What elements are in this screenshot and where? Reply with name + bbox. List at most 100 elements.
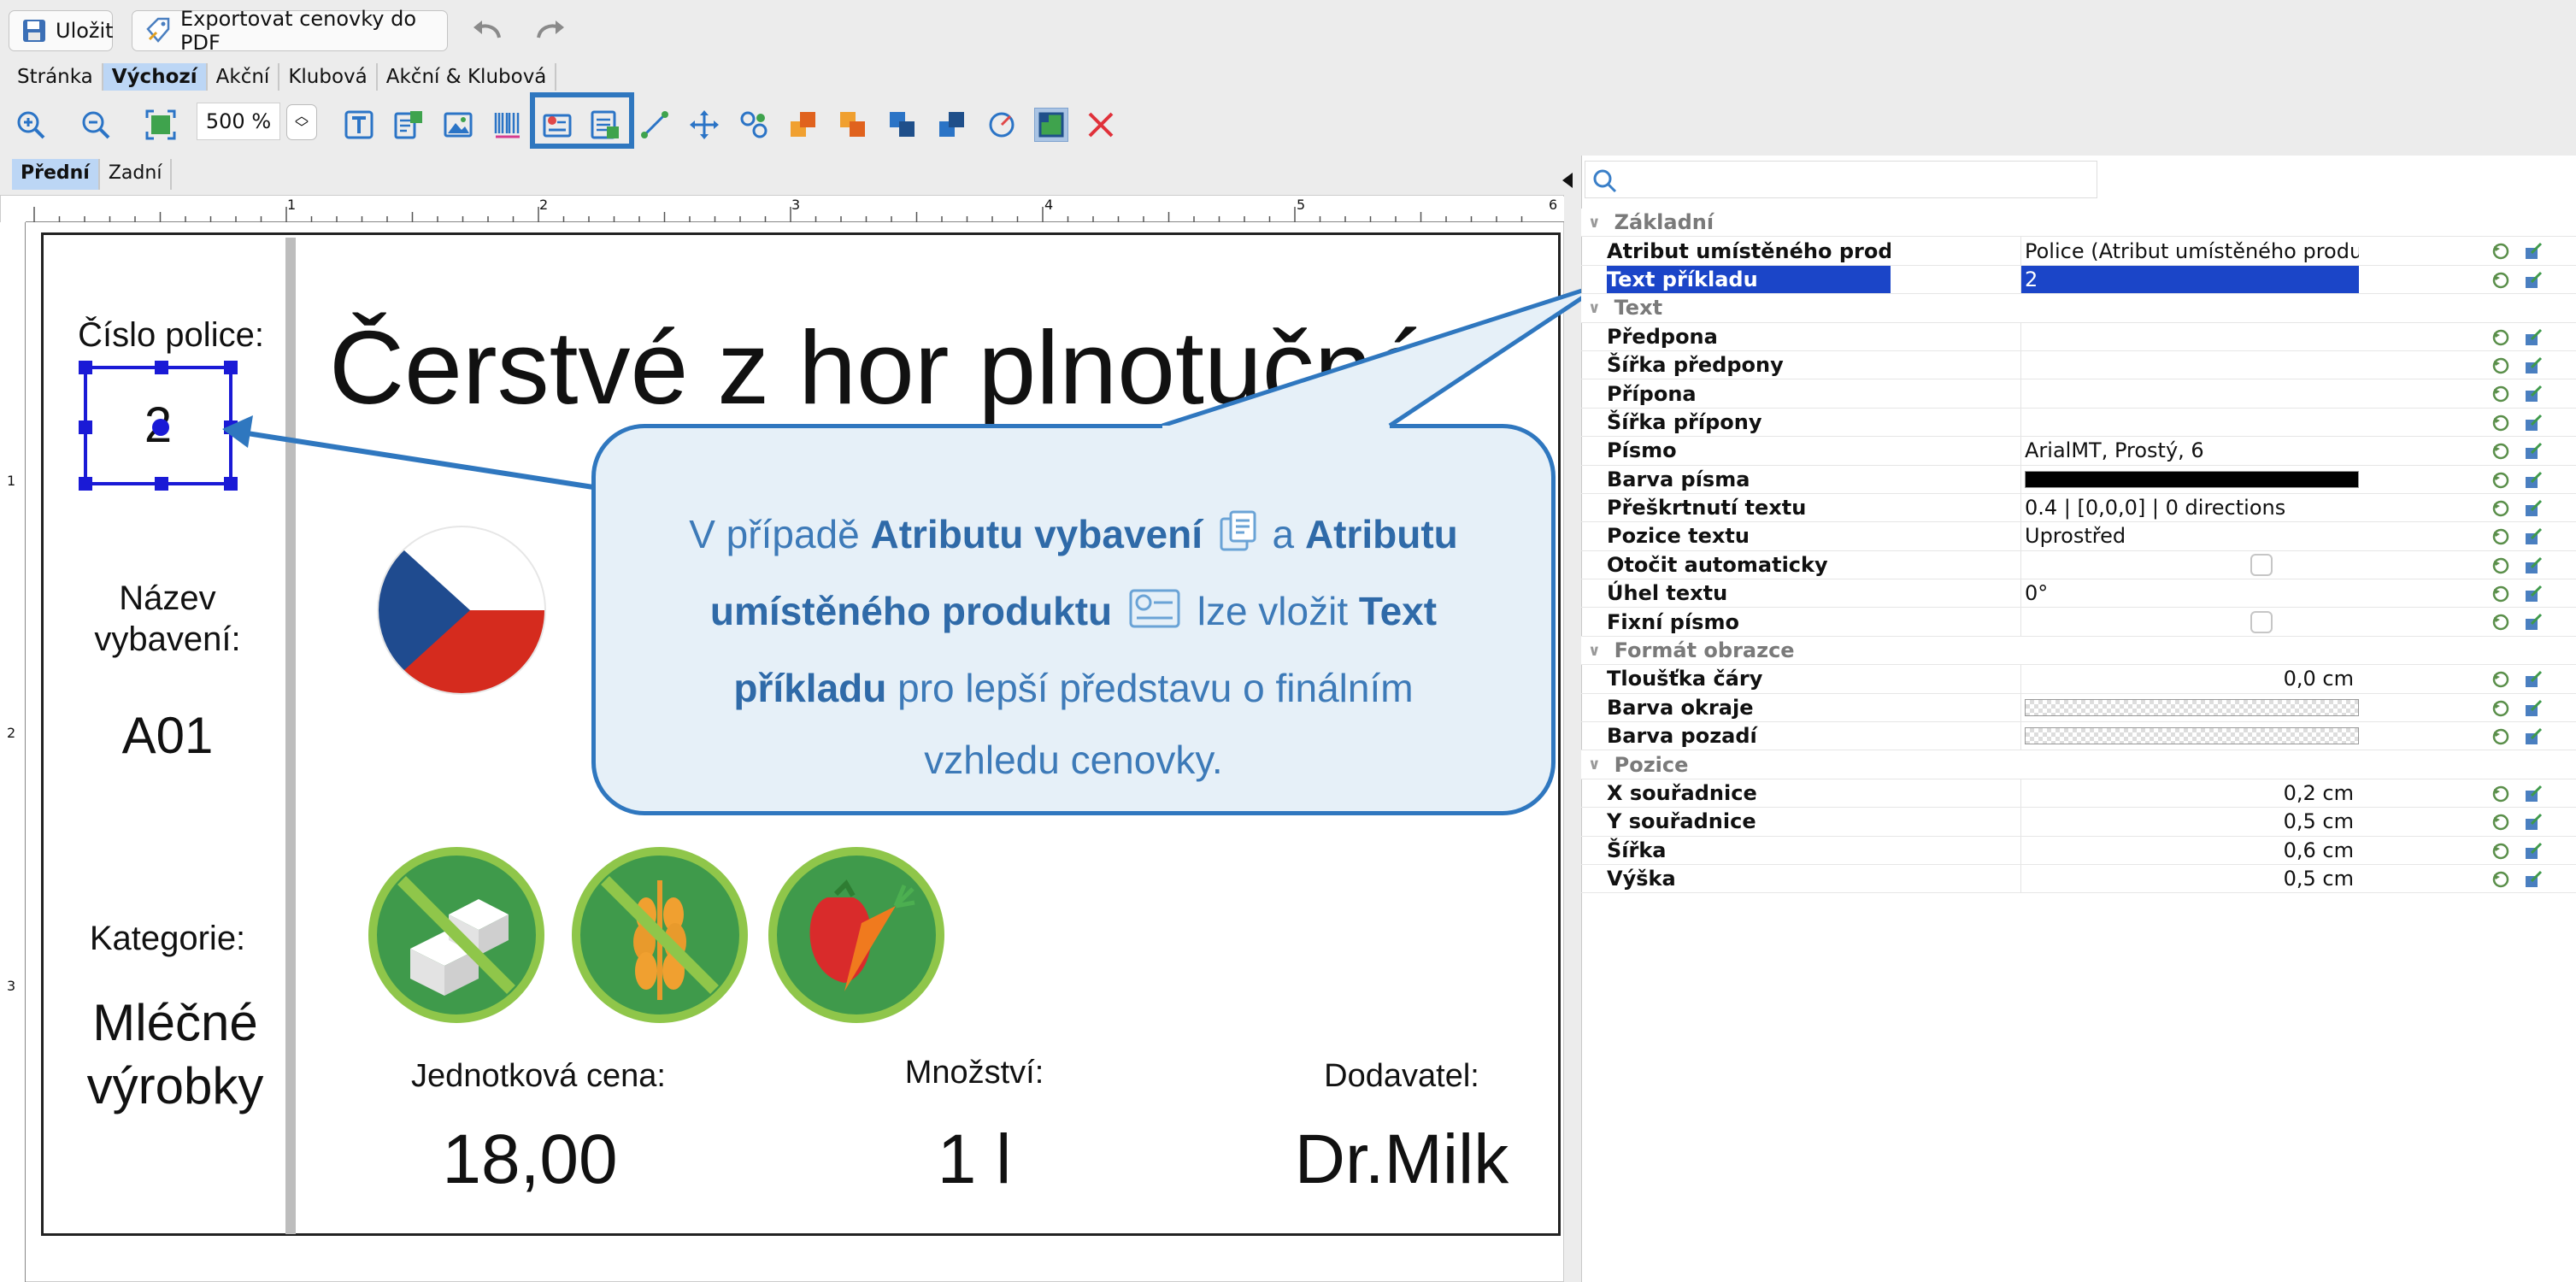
property-value[interactable] xyxy=(2020,550,2359,579)
edit-binding-icon[interactable] xyxy=(2523,413,2544,433)
tab-sale-club[interactable]: Akční & Klubová xyxy=(378,63,557,91)
property-row[interactable]: Otočit automaticky xyxy=(1581,550,2576,580)
property-row[interactable]: X souřadnice 0,2 cm xyxy=(1581,779,2576,809)
property-row[interactable]: Pozice textu Uprostřed xyxy=(1581,522,2576,551)
line-tool-icon[interactable] xyxy=(638,108,672,142)
zoom-out-icon[interactable] xyxy=(79,108,113,142)
property-row[interactable]: Barva písma xyxy=(1581,465,2576,494)
property-value[interactable]: 0,5 cm xyxy=(2020,864,2359,893)
property-row[interactable]: Šířka přípony xyxy=(1581,408,2576,438)
edit-binding-icon[interactable] xyxy=(2523,584,2544,604)
property-value[interactable]: 0.4 | [0,0,0] | 0 directions xyxy=(2020,493,2359,522)
edit-binding-icon[interactable] xyxy=(2523,270,2544,291)
resize-handle[interactable] xyxy=(79,361,92,374)
property-value[interactable]: Police (Atribut umístěného produktu) xyxy=(2020,237,2359,265)
reset-icon[interactable] xyxy=(2491,812,2511,832)
property-value[interactable] xyxy=(2020,722,2359,750)
center-handle[interactable] xyxy=(152,419,169,436)
edit-binding-icon[interactable] xyxy=(2523,726,2544,747)
tab-sale[interactable]: Akční xyxy=(208,63,280,91)
property-row[interactable]: Tloušťka čáry 0,0 cm xyxy=(1581,665,2576,694)
property-row[interactable]: Písmo ArialMT, Prostý, 6 xyxy=(1581,437,2576,466)
reset-icon[interactable] xyxy=(2491,726,2511,747)
reset-icon[interactable] xyxy=(2491,526,2511,547)
resize-handle[interactable] xyxy=(224,361,238,374)
send-to-back-icon[interactable] xyxy=(935,108,969,142)
property-value[interactable]: Uprostřed xyxy=(2020,522,2359,550)
reset-icon[interactable] xyxy=(2491,556,2511,576)
save-button[interactable]: Uložit xyxy=(9,10,114,51)
edit-binding-icon[interactable] xyxy=(2523,356,2544,376)
tab-default[interactable]: Výchozí xyxy=(103,63,208,91)
add-attribute-icon[interactable] xyxy=(391,108,426,142)
property-row-selected[interactable]: Text příkladu 2 xyxy=(1581,265,2576,295)
zoom-input[interactable]: 500 % xyxy=(197,103,280,140)
edit-binding-icon[interactable] xyxy=(2523,498,2544,519)
property-row[interactable]: Přeškrtnutí textu 0.4 | [0,0,0] | 0 direc… xyxy=(1581,493,2576,523)
reset-icon[interactable] xyxy=(2491,241,2511,262)
property-group-basic[interactable]: ∨ Základní xyxy=(1581,209,2576,238)
resize-handle[interactable] xyxy=(155,477,168,491)
edit-binding-icon[interactable] xyxy=(2523,526,2544,547)
reset-icon[interactable] xyxy=(2491,356,2511,376)
edit-binding-icon[interactable] xyxy=(2523,841,2544,862)
property-value[interactable]: 0,0 cm xyxy=(2020,665,2359,693)
property-row[interactable]: Barva okraje xyxy=(1581,693,2576,723)
edit-binding-icon[interactable] xyxy=(2523,669,2544,690)
property-row[interactable]: Atribut umístěného produktu Police (Atrib… xyxy=(1581,237,2576,266)
property-row[interactable]: Šířka předpony xyxy=(1581,350,2576,380)
edit-binding-icon[interactable] xyxy=(2523,784,2544,804)
rotate-icon[interactable] xyxy=(985,108,1019,142)
reset-icon[interactable] xyxy=(2491,584,2511,604)
property-group-text[interactable]: ∨ Text xyxy=(1581,294,2576,323)
tab-back[interactable]: Zadní xyxy=(100,159,173,190)
property-row[interactable]: Předpona xyxy=(1581,322,2576,351)
resize-handle[interactable] xyxy=(79,477,92,491)
property-value[interactable] xyxy=(2020,350,2359,379)
property-row[interactable]: Fixní písmo xyxy=(1581,608,2576,637)
property-value[interactable] xyxy=(2020,465,2359,493)
property-row[interactable]: Úhel textu 0° xyxy=(1581,579,2576,609)
property-row[interactable]: Výška 0,5 cm xyxy=(1581,864,2576,894)
checkbox[interactable] xyxy=(2250,610,2273,633)
move-icon[interactable] xyxy=(687,108,721,142)
reset-icon[interactable] xyxy=(2491,841,2511,862)
edit-binding-icon[interactable] xyxy=(2523,556,2544,576)
checkbox[interactable] xyxy=(2250,553,2273,576)
delete-icon[interactable] xyxy=(1084,108,1118,142)
edit-binding-icon[interactable] xyxy=(2523,869,2544,890)
property-row[interactable]: Y souřadnice 0,5 cm xyxy=(1581,808,2576,837)
bring-to-front-icon[interactable] xyxy=(786,108,820,142)
export-pdf-button[interactable]: Exportovat cenovky do PDF xyxy=(132,7,448,55)
zoom-stepper[interactable]: ︿ ﹀ xyxy=(286,104,317,140)
bring-forward-icon[interactable] xyxy=(836,108,870,142)
reset-icon[interactable] xyxy=(2491,327,2511,348)
add-image-icon[interactable] xyxy=(441,108,475,142)
edit-binding-icon[interactable] xyxy=(2523,470,2544,491)
zoom-in-icon[interactable] xyxy=(14,108,48,142)
color-swatch-transparent[interactable] xyxy=(2025,698,2359,716)
chevron-down-icon[interactable]: ﹀ xyxy=(295,121,309,135)
property-group-shape-format[interactable]: ∨ Formát obrazce xyxy=(1581,636,2576,666)
property-value[interactable] xyxy=(2020,408,2359,437)
edit-binding-icon[interactable] xyxy=(2523,384,2544,404)
property-value[interactable]: 0,5 cm xyxy=(2020,808,2359,836)
property-value[interactable]: 2 xyxy=(2020,265,2359,294)
add-barcode-icon[interactable] xyxy=(491,108,525,142)
edit-binding-icon[interactable] xyxy=(2523,698,2544,719)
property-row[interactable]: Šířka 0,6 cm xyxy=(1581,836,2576,865)
property-value[interactable]: ArialMT, Prostý, 6 xyxy=(2020,437,2359,465)
select-tool-icon[interactable] xyxy=(1034,108,1068,142)
color-swatch-black[interactable] xyxy=(2025,470,2359,488)
property-group-position[interactable]: ∨ Pozice xyxy=(1581,750,2576,779)
tab-front[interactable]: Přední xyxy=(12,159,100,190)
property-row[interactable]: Barva pozadí xyxy=(1581,722,2576,751)
undo-icon[interactable] xyxy=(470,17,504,43)
reset-icon[interactable] xyxy=(2491,270,2511,291)
resize-handle[interactable] xyxy=(155,361,168,374)
edit-binding-icon[interactable] xyxy=(2523,441,2544,462)
redo-icon[interactable] xyxy=(533,17,568,43)
property-value[interactable] xyxy=(2020,322,2359,350)
color-swatch-transparent[interactable] xyxy=(2025,727,2359,745)
add-text-icon[interactable] xyxy=(342,108,376,142)
